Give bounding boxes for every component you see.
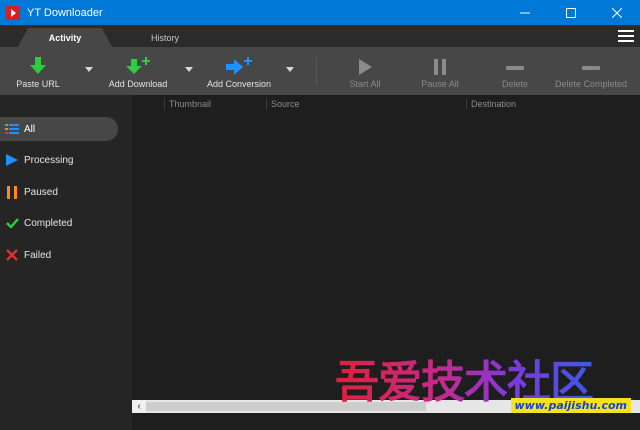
check-icon (0, 217, 24, 229)
start-all-label: Start All (349, 79, 381, 89)
paste-url-dropdown-icon[interactable] (85, 67, 93, 72)
close-button[interactable] (594, 0, 640, 25)
sidebar-item-label: Completed (24, 217, 73, 229)
minus-icon (506, 53, 524, 75)
start-all-button[interactable]: Start All (340, 47, 390, 95)
scroll-left-icon[interactable]: ‹ (132, 400, 146, 413)
pause-all-button[interactable]: Pause All (414, 47, 466, 95)
pause-icon (433, 53, 447, 75)
x-icon (0, 249, 24, 261)
maximize-icon (566, 7, 576, 18)
sidebar-item-label: Processing (24, 154, 74, 166)
tab-bar: Activity History (0, 25, 640, 47)
download-plus-icon (126, 53, 150, 75)
sidebar-item-all[interactable]: All (0, 117, 118, 141)
title-bar: YT Downloader (0, 0, 640, 25)
sidebar-item-processing[interactable]: Processing (0, 148, 118, 172)
add-download-dropdown-icon[interactable] (185, 67, 193, 72)
delete-completed-label: Delete Completed (554, 79, 628, 89)
menu-icon[interactable] (618, 28, 634, 44)
list-icon (0, 124, 24, 134)
column-destination[interactable]: Destination (466, 98, 636, 110)
download-arrow-icon (30, 53, 46, 75)
tab-history[interactable]: History (120, 28, 210, 47)
add-conversion-dropdown-icon[interactable] (286, 67, 294, 72)
window-title: YT Downloader (27, 6, 103, 19)
add-conversion-label: Add Conversion (206, 79, 272, 89)
minimize-button[interactable] (502, 0, 548, 25)
paste-url-label: Paste URL (16, 79, 60, 89)
app-logo-icon (6, 5, 20, 20)
scrollbar-thumb[interactable] (146, 402, 426, 411)
sidebar-item-label: Paused (24, 186, 58, 198)
column-thumbnail[interactable]: Thumbnail (164, 98, 266, 110)
delete-completed-button[interactable]: Delete Completed (554, 47, 628, 95)
close-icon (612, 7, 622, 18)
horizontal-scrollbar[interactable]: ‹ (132, 400, 640, 413)
convert-plus-icon (226, 53, 252, 75)
paste-url-button[interactable]: Paste URL (8, 47, 68, 95)
pause-all-label: Pause All (421, 79, 459, 89)
download-list: Thumbnail Source Destination ‹ (132, 95, 640, 430)
sidebar-item-label: All (24, 123, 36, 135)
play-icon (0, 154, 24, 166)
minimize-icon (520, 12, 530, 13)
add-conversion-button[interactable]: Add Conversion (203, 47, 275, 95)
sidebar-item-failed[interactable]: Failed (0, 243, 118, 267)
pause-icon (0, 185, 24, 199)
delete-button[interactable]: Delete (494, 47, 536, 95)
play-icon (358, 53, 372, 75)
toolbar: Paste URL Add Download Add Conversion St… (0, 47, 640, 95)
add-download-label: Add Download (108, 79, 168, 89)
sidebar: All Processing Paused Completed Failed (0, 95, 132, 430)
column-source[interactable]: Source (266, 98, 466, 110)
maximize-button[interactable] (548, 0, 594, 25)
tab-activity[interactable]: Activity (18, 28, 112, 47)
minus-icon (582, 53, 600, 75)
toolbar-separator (316, 57, 317, 85)
sidebar-item-label: Failed (24, 249, 52, 261)
add-download-button[interactable]: Add Download (104, 47, 172, 95)
sidebar-item-completed[interactable]: Completed (0, 211, 118, 235)
table-header: Thumbnail Source Destination (132, 95, 640, 112)
delete-label: Delete (501, 79, 528, 89)
sidebar-item-paused[interactable]: Paused (0, 180, 118, 204)
